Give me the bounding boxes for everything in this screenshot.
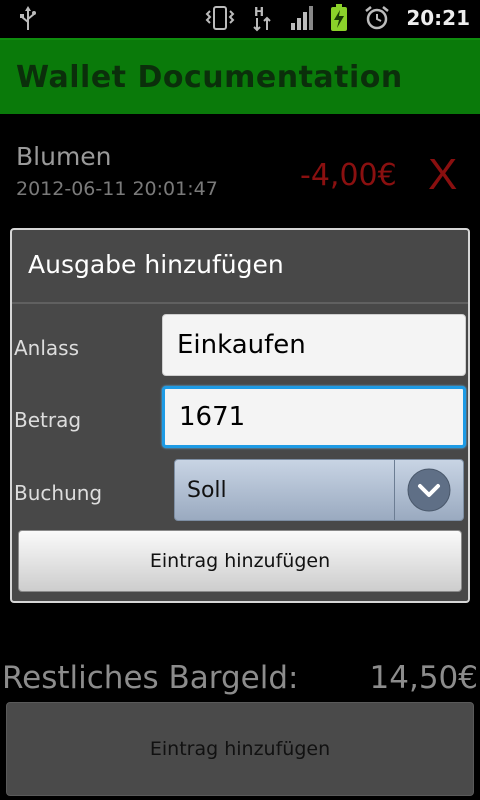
anlass-field[interactable]: Einkaufen <box>162 314 466 376</box>
betrag-field[interactable]: 1671 <box>162 386 466 448</box>
svg-text:H: H <box>254 5 264 19</box>
hspa-data-icon: H <box>252 4 274 32</box>
list-item[interactable]: Blumen 2012-06-11 20:01:47 -4,00€ X <box>0 114 480 234</box>
remaining-cash-value: 14,50€ <box>369 660 478 696</box>
buchung-label: Buchung <box>14 481 103 505</box>
alarm-icon <box>364 5 390 31</box>
signal-icon <box>290 5 314 31</box>
entry-date: 2012-06-11 20:01:47 <box>16 178 218 200</box>
anlass-label: Anlass <box>14 336 80 360</box>
buchung-selected-value: Soll <box>187 477 227 503</box>
buchung-select[interactable]: Soll <box>174 459 464 521</box>
add-expense-dialog: Ausgabe hinzufügen Anlass Einkaufen Betr… <box>10 228 470 603</box>
entry-name: Blumen <box>16 142 112 171</box>
add-entry-button[interactable]: Eintrag hinzufügen <box>6 702 474 796</box>
entry-amount: -4,00€ <box>300 158 397 193</box>
dialog-add-entry-button[interactable]: Eintrag hinzufügen <box>18 530 462 592</box>
delete-entry-button[interactable]: X <box>428 150 457 200</box>
vibrate-icon <box>204 5 236 31</box>
dialog-divider <box>12 302 468 304</box>
dialog-title: Ausgabe hinzufügen <box>28 250 284 279</box>
usb-icon <box>18 6 38 32</box>
chevron-down-icon[interactable] <box>395 460 463 520</box>
betrag-label: Betrag <box>14 408 82 432</box>
app-title: Wallet Documentation <box>16 60 403 95</box>
battery-charging-icon <box>330 4 348 32</box>
remaining-cash-label: Restliches Bargeld: <box>2 660 299 696</box>
status-time: 20:21 <box>406 6 470 30</box>
app-title-bar: Wallet Documentation <box>0 38 480 114</box>
status-bar: H 20:21 <box>0 0 480 38</box>
